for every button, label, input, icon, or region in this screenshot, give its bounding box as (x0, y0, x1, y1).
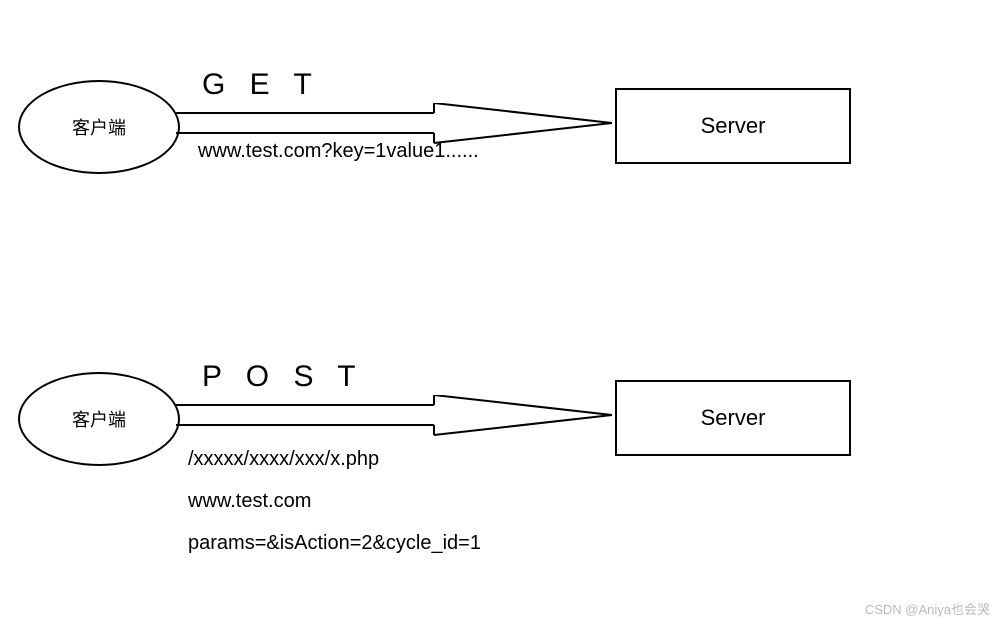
post-host-text: www.test.com (188, 490, 311, 513)
server-node-post: Server (615, 380, 851, 456)
watermark-text: CSDN @Aniya也会哭 (865, 599, 990, 618)
get-url-text: www.test.com?key=1value1...... (198, 140, 479, 163)
server-label-get: Server (701, 113, 766, 139)
client-label-post: 客户端 (72, 406, 126, 432)
server-node-get: Server (615, 88, 851, 164)
post-params-text: params=&isAction=2&cycle_id=1 (188, 532, 481, 555)
client-node-post: 客户端 (18, 372, 180, 466)
post-path-text: /xxxxx/xxxx/xxx/x.php (188, 448, 379, 471)
get-method-label: G E T (202, 68, 320, 102)
post-method-label: P O S T (202, 360, 364, 394)
post-arrow (176, 395, 616, 445)
server-label-post: Server (701, 405, 766, 431)
client-label-get: 客户端 (72, 114, 126, 140)
client-node-get: 客户端 (18, 80, 180, 174)
